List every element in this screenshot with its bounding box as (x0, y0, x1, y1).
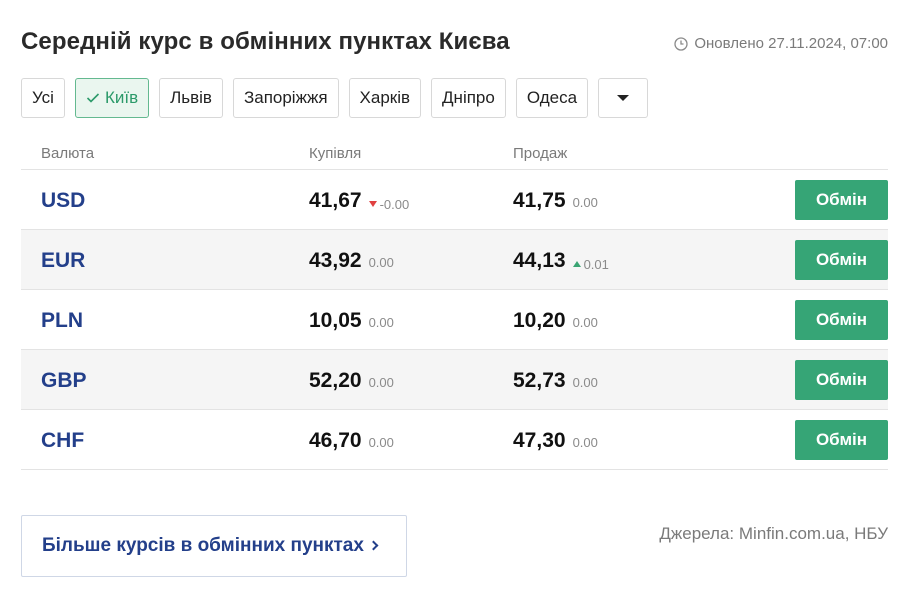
buy-rate: 52,20 0.00 (309, 369, 394, 393)
tab-label: Одеса (526, 88, 578, 107)
tab-label: Усі (32, 88, 54, 107)
tab-label: Харків (359, 88, 411, 107)
tab-lviv[interactable]: Львів (159, 78, 223, 118)
sell-value: 41,75 (513, 189, 566, 212)
exchange-button[interactable]: Обмін (795, 300, 888, 340)
check-icon (86, 93, 100, 103)
buy-rate: 46,70 0.00 (309, 429, 394, 453)
sell-rate: 52,73 0.00 (513, 369, 598, 393)
tab-all[interactable]: Усі (21, 78, 65, 118)
clock-icon (674, 36, 689, 51)
more-rates-link[interactable]: Більше курсів в обмінних пунктах (21, 515, 407, 577)
tab-label: Запоріжжя (243, 88, 328, 107)
tab-kyiv[interactable]: Київ (74, 78, 150, 118)
caret-down-icon (617, 95, 630, 101)
sell-value: 44,13 (513, 249, 566, 272)
buy-delta: 0.00 (369, 255, 394, 270)
sell-value: 52,73 (513, 369, 566, 392)
page-title: Середній курс в обмінних пунктах Києва (21, 28, 510, 55)
table-row: GBP 52,20 0.00 52,73 0.00 Обмін (21, 350, 888, 410)
currency-code[interactable]: GBP (41, 369, 87, 393)
more-rates-label: Більше курсів в обмінних пунктах (42, 535, 364, 556)
tab-label: Київ (104, 88, 139, 107)
buy-delta-value: 0.00 (368, 435, 394, 450)
table-row: CHF 46,70 0.00 47,30 0.00 Обмін (21, 410, 888, 470)
buy-delta: 0.00 (369, 315, 394, 330)
arrow-up-icon (572, 261, 581, 267)
buy-delta: -0.00 (368, 196, 410, 212)
city-tabs: Усі Київ Львів Запоріжжя Харків Дніпро О… (21, 78, 649, 118)
buy-rate: 41,67 -0.00 (309, 189, 409, 213)
buy-delta-value: 0.00 (368, 255, 394, 270)
buy-delta-value: -0.00 (379, 196, 410, 212)
arrow-down-icon (368, 201, 377, 207)
buy-delta-value: 0.00 (368, 315, 394, 330)
tab-kharkiv[interactable]: Харків (348, 78, 422, 118)
tab-zaporizhzhia[interactable]: Запоріжжя (232, 78, 339, 118)
sell-delta: 0.00 (573, 435, 598, 450)
sell-value: 47,30 (513, 429, 566, 452)
currency-code[interactable]: CHF (41, 429, 84, 453)
table-body: USD 41,67 -0.00 41,75 0.00 Обмін EUR 43,92 0.00 4… (21, 170, 888, 470)
updated-timestamp: Оновлено 27.11.2024, 07:00 (674, 35, 888, 52)
sell-delta-value: 0.00 (572, 435, 598, 450)
currency-code[interactable]: USD (41, 189, 85, 213)
sell-delta-value: 0.01 (583, 256, 609, 272)
tab-dnipro[interactable]: Дніпро (431, 78, 506, 118)
updated-text: Оновлено 27.11.2024, 07:00 (694, 35, 888, 52)
exchange-button[interactable]: Обмін (795, 240, 888, 280)
table-row: USD 41,67 -0.00 41,75 0.00 Обмін (21, 170, 888, 230)
buy-value: 43,92 (309, 249, 362, 272)
buy-value: 52,20 (309, 369, 362, 392)
buy-value: 46,70 (309, 429, 362, 452)
tab-odesa[interactable]: Одеса (515, 78, 589, 118)
sell-delta: 0.01 (572, 256, 609, 272)
column-currency: Валюта (41, 145, 95, 162)
buy-delta-value: 0.00 (368, 375, 394, 390)
buy-delta: 0.00 (369, 435, 394, 450)
column-buy: Купівля (309, 145, 362, 162)
exchange-button[interactable]: Обмін (795, 180, 888, 220)
sell-delta-value: 0.00 (572, 195, 598, 210)
sell-value: 10,20 (513, 309, 566, 332)
chevron-right-icon (368, 540, 379, 550)
sources-text: Джерела: Minfin.com.ua, НБУ (659, 524, 888, 543)
sell-delta-value: 0.00 (572, 375, 598, 390)
buy-value: 10,05 (309, 309, 362, 332)
buy-delta: 0.00 (369, 375, 394, 390)
rates-table: Валюта Купівля Продаж USD 41,67 -0.00 41,75… (21, 139, 888, 470)
header: Середній курс в обмінних пунктах Києва О… (21, 28, 888, 60)
tab-label: Львів (170, 88, 212, 107)
column-sell: Продаж (513, 145, 568, 162)
sell-rate: 47,30 0.00 (513, 429, 598, 453)
sell-delta: 0.00 (573, 315, 598, 330)
sell-delta: 0.00 (573, 375, 598, 390)
table-row: EUR 43,92 0.00 44,13 0.01 Обмін (21, 230, 888, 290)
tab-label: Дніпро (442, 88, 495, 107)
buy-rate: 43,92 0.00 (309, 249, 394, 273)
table-header: Валюта Купівля Продаж (21, 139, 888, 170)
more-cities-dropdown[interactable] (598, 78, 649, 118)
currency-code[interactable]: PLN (41, 309, 83, 333)
exchange-button[interactable]: Обмін (795, 360, 888, 400)
sell-rate: 10,20 0.00 (513, 309, 598, 333)
table-row: PLN 10,05 0.00 10,20 0.00 Обмін (21, 290, 888, 350)
sell-delta-value: 0.00 (572, 315, 598, 330)
sell-delta: 0.00 (573, 195, 598, 210)
exchange-button[interactable]: Обмін (795, 420, 888, 460)
sell-rate: 41,75 0.00 (513, 189, 598, 213)
sell-rate: 44,13 0.01 (513, 249, 609, 273)
buy-rate: 10,05 0.00 (309, 309, 394, 333)
buy-value: 41,67 (309, 189, 362, 212)
currency-code[interactable]: EUR (41, 249, 85, 273)
